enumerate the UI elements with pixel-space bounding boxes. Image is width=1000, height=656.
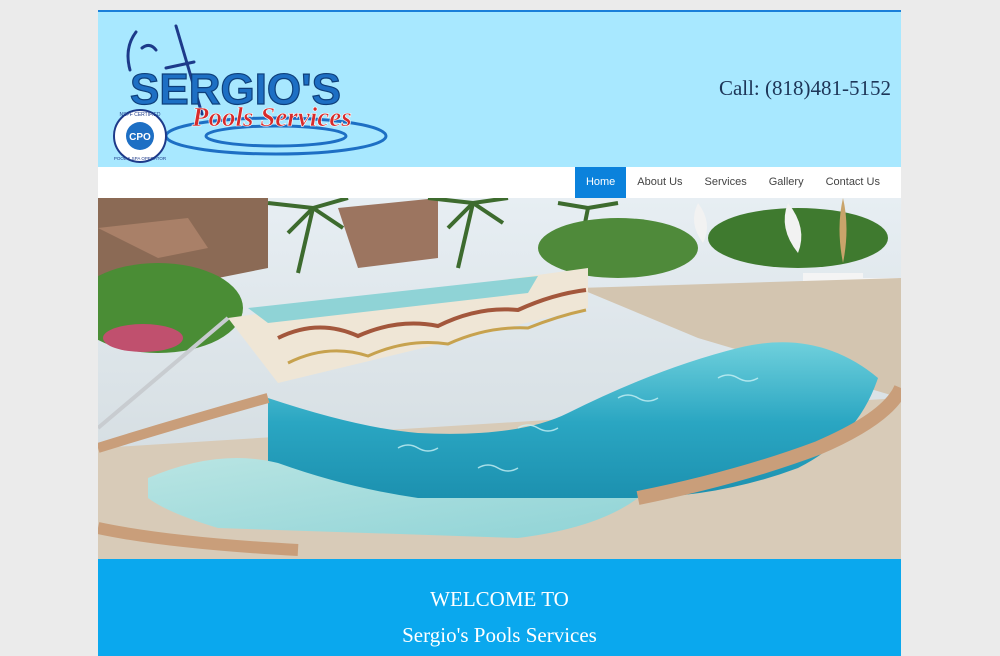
nav-home[interactable]: Home bbox=[574, 167, 627, 198]
welcome-banner: WELCOME TO Sergio's Pools Services bbox=[98, 559, 901, 656]
phone-number[interactable]: Call: (818)481-5152 bbox=[719, 76, 891, 101]
badge-center-text: CPO bbox=[129, 132, 151, 143]
logo-subtitle: Pools Services bbox=[191, 102, 352, 132]
welcome-company-name: Sergio's Pools Services bbox=[402, 623, 597, 647]
nav-about-us[interactable]: About Us bbox=[626, 167, 693, 198]
nav-gallery[interactable]: Gallery bbox=[758, 167, 815, 198]
site-container: CPO NSPF CERTIFIED POOL & SPA OPERATOR S… bbox=[98, 10, 901, 656]
badge-bottom-text: POOL & SPA OPERATOR bbox=[114, 156, 167, 161]
site-header: CPO NSPF CERTIFIED POOL & SPA OPERATOR S… bbox=[98, 12, 901, 167]
nav-contact-us[interactable]: Contact Us bbox=[815, 167, 891, 198]
nav-services[interactable]: Services bbox=[694, 167, 758, 198]
flower-bed bbox=[103, 324, 183, 352]
welcome-heading: WELCOME TO bbox=[430, 587, 569, 611]
main-navigation: Home About Us Services Gallery Contact U… bbox=[98, 167, 901, 198]
hero-pool-image bbox=[98, 198, 901, 559]
company-logo[interactable]: CPO NSPF CERTIFIED POOL & SPA OPERATOR S… bbox=[106, 18, 406, 164]
